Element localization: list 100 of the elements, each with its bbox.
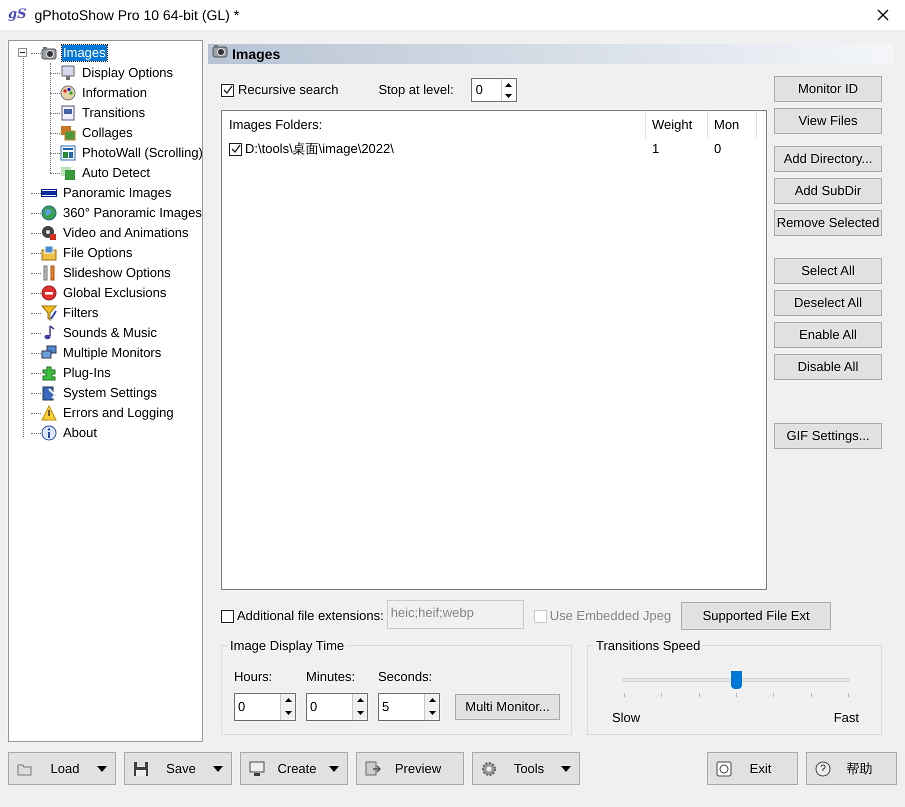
slider-tick (698, 693, 700, 697)
preview-icon (365, 760, 381, 776)
tree-item[interactable]: Plug-Ins (62, 365, 112, 381)
collapse-icon[interactable] (18, 48, 27, 57)
column-header[interactable]: Mon (707, 111, 757, 139)
tree-item[interactable]: Information (81, 85, 148, 101)
tree-item[interactable]: Panoramic Images (62, 185, 172, 201)
table-cell-text: 0 (714, 140, 722, 158)
number-spinner[interactable]: 0 (234, 692, 296, 720)
button[interactable]: Deselect All (774, 290, 882, 316)
checkbox-label: Additional file extensions: (237, 607, 384, 626)
tree-item[interactable]: Images (62, 45, 107, 61)
toolbar-button[interactable]: Create (240, 752, 348, 785)
spin-down-icon[interactable] (505, 94, 512, 98)
spin-up-icon[interactable] (284, 698, 292, 702)
checkbox-label: Recursive search (238, 81, 338, 100)
button[interactable]: Select All (774, 258, 882, 284)
column-header[interactable]: Weight (645, 111, 707, 139)
tree-item[interactable]: Slideshow Options (62, 265, 172, 281)
button[interactable]: View Files (774, 108, 882, 134)
button[interactable]: Supported File Ext (681, 602, 832, 630)
monitor-icon (60, 65, 76, 81)
dropdown-caret-icon[interactable] (561, 766, 571, 772)
tree-item[interactable]: System Settings (62, 385, 158, 401)
power-icon (716, 760, 732, 776)
tree-item[interactable]: Video and Animations (62, 225, 190, 241)
button[interactable]: Add Directory... (774, 146, 882, 172)
button[interactable]: GIF Settings... (774, 423, 882, 449)
slider-tick (624, 693, 625, 697)
tree-item[interactable]: Sounds & Music (62, 325, 158, 341)
warning-icon (41, 405, 57, 421)
button[interactable]: Enable All (774, 322, 882, 348)
spin-down-icon[interactable] (284, 711, 292, 715)
dropdown-caret-icon[interactable] (97, 766, 107, 772)
toolbar-button[interactable]: Save (124, 752, 232, 785)
palette-icon (60, 85, 76, 101)
button[interactable]: Monitor ID (774, 76, 882, 102)
speed-slider-thumb[interactable] (731, 671, 742, 689)
number-spinner[interactable]: 5 (378, 692, 440, 720)
puzzle-icon (41, 365, 57, 381)
layers-icon (60, 165, 76, 181)
toolbar-button[interactable]: Load (8, 752, 116, 785)
spin-down-icon[interactable] (428, 711, 436, 715)
camera-icon (41, 45, 57, 61)
button[interactable]: Multi Monitor... (455, 694, 560, 720)
tree-item[interactable]: Auto Detect (81, 165, 151, 181)
button[interactable]: Add SubDir (774, 178, 882, 204)
spin-up-icon[interactable] (505, 82, 512, 86)
slider-tick (848, 693, 849, 697)
close-icon[interactable] (877, 9, 889, 21)
funnel-icon (41, 305, 57, 321)
tree-item[interactable]: Global Exclusions (62, 285, 168, 301)
gear-icon (481, 760, 497, 776)
spin-up-icon[interactable] (356, 698, 364, 702)
number-spinner[interactable]: 0 (306, 692, 368, 720)
tree-item[interactable]: File Options (62, 245, 134, 261)
dropdown-caret-icon[interactable] (213, 766, 223, 772)
toolbar-button[interactable]: Tools (472, 752, 580, 785)
slider-tick (773, 693, 774, 697)
monitor-icon (249, 760, 265, 776)
slow-label: Slow (612, 709, 640, 727)
button[interactable]: Exit (707, 752, 798, 785)
button[interactable]: 帮助 (806, 752, 897, 785)
collage-icon (60, 125, 76, 141)
tree-item[interactable]: Filters (62, 305, 100, 321)
checkbox-label: Use Embedded Jpeg (550, 607, 672, 626)
button[interactable]: Remove Selected (774, 210, 882, 236)
table-cell-text: 1 (652, 140, 660, 158)
table-cell-text: D:\tools\桌面\image\2022\ (245, 140, 394, 158)
tree-item[interactable]: Multiple Monitors (62, 345, 162, 361)
fast-label: Fast (834, 709, 859, 727)
toolbar-button[interactable]: Preview (356, 752, 464, 785)
field-label: Hours: (234, 668, 274, 686)
slider-tick (661, 693, 662, 697)
help-icon (815, 760, 831, 776)
monitors-icon (41, 345, 57, 361)
tree-item[interactable]: 360° Panoramic Images (62, 205, 203, 221)
stop-level-label: Stop at level: (378, 81, 454, 100)
tree-item[interactable]: Collages (81, 125, 134, 141)
stop-level-spinner[interactable]: 0 (470, 78, 517, 102)
tree-item[interactable]: PhotoWall (Scrolling) (81, 145, 204, 161)
panel-title: Images (232, 44, 280, 64)
column-header[interactable]: Images Folders: (222, 111, 645, 139)
grid-icon (60, 145, 76, 161)
spin-down-icon[interactable] (356, 711, 364, 715)
tree-item[interactable]: Errors and Logging (62, 405, 175, 421)
film-reel-icon (41, 225, 57, 241)
tree-item[interactable]: About (62, 425, 98, 441)
info-icon (41, 425, 57, 441)
app-logo: gS (8, 6, 26, 24)
checkbox[interactable] (229, 142, 242, 156)
slider-tick (810, 693, 812, 697)
dropdown-caret-icon[interactable] (329, 766, 339, 772)
slider-tick (736, 693, 737, 697)
button[interactable]: Disable All (774, 354, 882, 380)
tree-item[interactable]: Display Options (81, 65, 174, 81)
spin-up-icon[interactable] (428, 698, 436, 702)
document-icon (60, 105, 76, 121)
tree-item[interactable]: Transitions (81, 105, 146, 121)
checkbox[interactable] (221, 84, 234, 96)
